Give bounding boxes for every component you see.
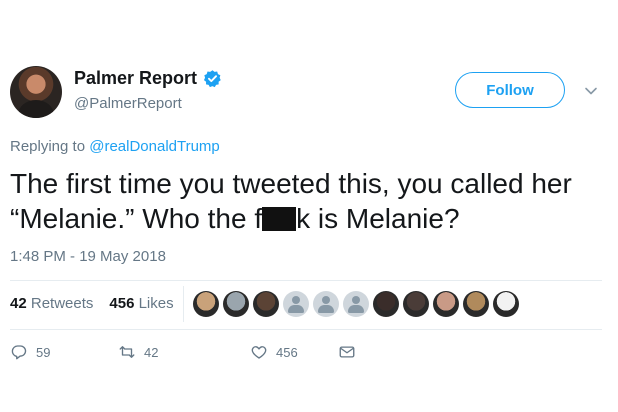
name-row: Palmer Report bbox=[74, 68, 222, 89]
face-avatar[interactable] bbox=[403, 291, 429, 317]
dog-avatar[interactable] bbox=[193, 291, 219, 317]
tweet-actions: 59 42 456 bbox=[10, 343, 356, 361]
timestamp[interactable]: 1:48 PM - 19 May 2018 bbox=[10, 248, 166, 265]
dog-avatar[interactable] bbox=[463, 291, 489, 317]
engagement-stats: 42 Retweets 456 Likes bbox=[10, 295, 174, 312]
like-action[interactable]: 456 bbox=[250, 343, 338, 361]
default-avatar[interactable] bbox=[343, 291, 369, 317]
default-avatar[interactable] bbox=[313, 291, 339, 317]
retweets-stat[interactable]: 42 Retweets bbox=[10, 295, 93, 312]
heart-icon bbox=[251, 346, 267, 359]
husky-avatar[interactable] bbox=[223, 291, 249, 317]
envelope-icon bbox=[339, 346, 355, 358]
reply-context: Replying to @realDonaldTrump bbox=[10, 138, 220, 155]
liker-avatars bbox=[193, 291, 519, 317]
stats-separator bbox=[183, 286, 184, 322]
divider bbox=[10, 280, 602, 281]
woman-avatar[interactable] bbox=[373, 291, 399, 317]
tweet-text: The first time you tweeted this, you cal… bbox=[10, 166, 610, 236]
chevron-down-icon[interactable] bbox=[584, 84, 598, 98]
face-avatar[interactable] bbox=[253, 291, 279, 317]
verified-badge-icon bbox=[203, 70, 221, 88]
logo-avatar[interactable] bbox=[493, 291, 519, 317]
reply-icon bbox=[11, 345, 27, 360]
follow-button[interactable]: Follow bbox=[455, 72, 565, 108]
retweet-count: 42 bbox=[144, 344, 159, 360]
divider bbox=[10, 329, 602, 330]
retweet-icon bbox=[119, 346, 135, 358]
default-avatar[interactable] bbox=[283, 291, 309, 317]
woman-avatar[interactable] bbox=[433, 291, 459, 317]
reply-to-link[interactable]: @realDonaldTrump bbox=[89, 138, 220, 155]
like-count: 456 bbox=[276, 344, 298, 360]
reply-prefix: Replying to bbox=[10, 138, 86, 155]
avatar[interactable] bbox=[10, 66, 62, 118]
direct-message-action[interactable] bbox=[338, 343, 356, 361]
handle[interactable]: @PalmerReport bbox=[74, 95, 182, 112]
retweet-action[interactable]: 42 bbox=[118, 343, 250, 361]
redaction-block bbox=[262, 207, 297, 231]
reply-count: 59 bbox=[36, 344, 51, 360]
display-name[interactable]: Palmer Report bbox=[74, 68, 197, 89]
tweet-text-part2: k is Melanie? bbox=[296, 203, 460, 234]
reply-action[interactable]: 59 bbox=[10, 343, 118, 361]
likes-stat[interactable]: 456 Likes bbox=[109, 295, 173, 312]
